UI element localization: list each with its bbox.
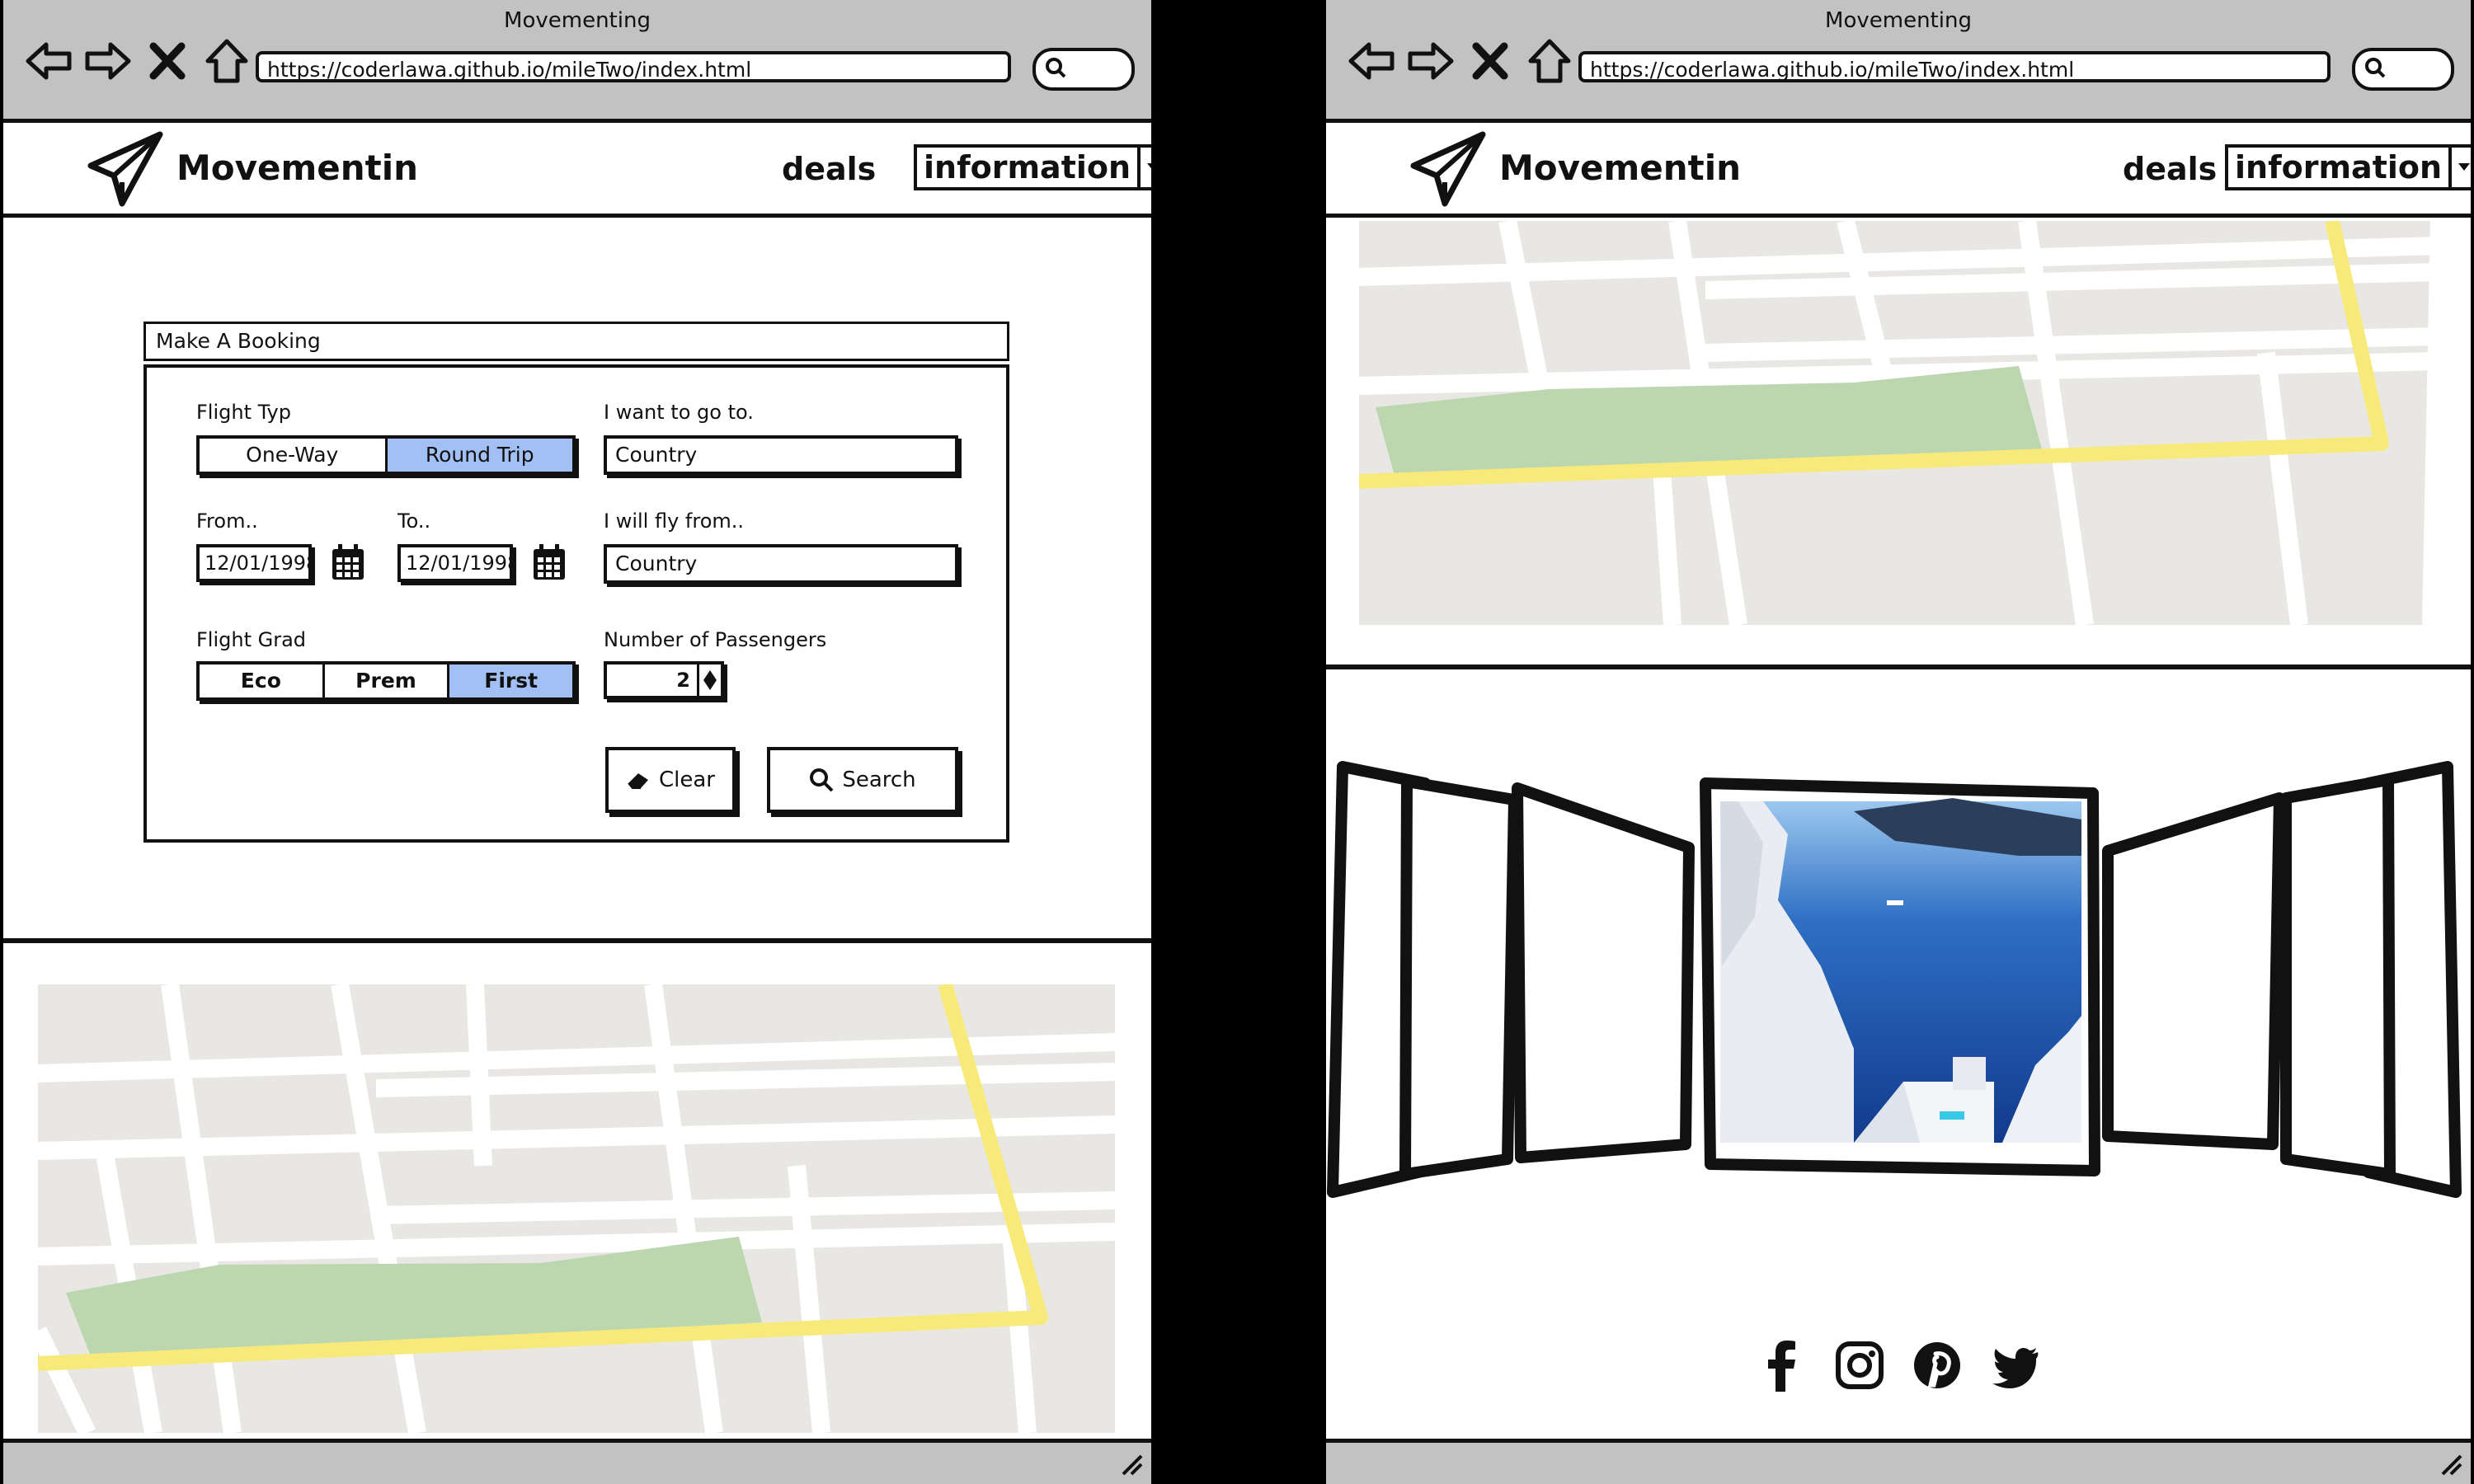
flight-grade-eco[interactable]: Eco (200, 665, 325, 697)
search-icon (1046, 58, 1066, 78)
browser-window-left: Movementing https://coderlawa.github.io/… (3, 0, 1151, 1484)
chevron-down-icon[interactable] (703, 680, 717, 690)
address-bar[interactable]: https://coderlawa.github.io/mileTwo/inde… (256, 51, 1011, 82)
back-icon[interactable] (1348, 38, 1395, 84)
calendar-icon[interactable] (531, 542, 567, 582)
flight-type-toggle: One-Way Round Trip (196, 435, 576, 475)
flight-grade-first[interactable]: First (449, 665, 573, 697)
status-bar (1326, 1439, 2471, 1484)
browser-search-field[interactable] (2352, 48, 2454, 91)
destination-input[interactable]: Country (604, 435, 958, 475)
home-icon[interactable] (203, 38, 251, 84)
social-links (1326, 1339, 2471, 1392)
flight-type-label: Flight Typ (196, 401, 291, 424)
map-section (1326, 218, 2471, 661)
nav-information-label: information (2228, 148, 2453, 187)
map-section (3, 943, 1151, 1438)
nav-deals-link[interactable]: deals (782, 151, 876, 187)
search-label: Search (842, 768, 916, 792)
forward-icon[interactable] (84, 38, 132, 84)
carousel-slide[interactable] (2280, 774, 2396, 1180)
home-icon[interactable] (1526, 38, 1573, 84)
santorini-photo (1720, 798, 2081, 1143)
nav-information-label: information (917, 148, 1141, 187)
flight-grade-prem[interactable]: Prem (325, 665, 450, 697)
flight-type-one-way[interactable]: One-Way (200, 439, 388, 472)
destination-label: I want to go to. (604, 401, 754, 424)
nav-information-dropdown[interactable]: information (914, 144, 1151, 190)
twitter-icon[interactable] (1990, 1339, 2039, 1392)
forward-icon[interactable] (1407, 38, 1455, 84)
back-icon[interactable] (25, 38, 73, 84)
chevron-down-icon (1147, 163, 1151, 169)
map[interactable] (38, 984, 1115, 1433)
address-bar[interactable]: https://coderlawa.github.io/mileTwo/inde… (1578, 51, 2331, 82)
flight-grade-toggle: Eco Prem First (196, 661, 576, 701)
to-date-input[interactable]: 12/01/1998 (397, 544, 513, 582)
carousel-slide[interactable] (1512, 782, 1695, 1163)
chevron-down-icon (2458, 163, 2471, 171)
browser-chrome: Movementing https://coderlawa.github.io/… (1326, 0, 2471, 123)
image-carousel (1326, 665, 2471, 1298)
calendar-icon[interactable] (330, 542, 366, 582)
browser-window-right: Movementing https://coderlawa.github.io/… (1326, 0, 2471, 1484)
booking-form: Flight Typ One-Way Round Trip I want to … (143, 364, 1009, 843)
stop-icon[interactable] (1466, 38, 1514, 84)
clear-button[interactable]: Clear (605, 747, 736, 813)
brand-name[interactable]: Movementin (176, 148, 418, 188)
booking-title: Make A Booking (143, 322, 1009, 361)
flight-grade-label: Flight Grad (196, 628, 307, 651)
facebook-icon[interactable] (1757, 1339, 1807, 1392)
clear-label: Clear (659, 768, 715, 792)
flight-type-round-trip[interactable]: Round Trip (387, 439, 572, 472)
nav-information-dropdown[interactable]: information (2225, 144, 2471, 190)
browser-search-field[interactable] (1032, 48, 1135, 91)
passengers-stepper[interactable]: 2 (604, 661, 724, 699)
pinterest-icon[interactable] (1912, 1339, 1962, 1392)
passengers-value: 2 (607, 665, 699, 696)
browser-chrome: Movementing https://coderlawa.github.io/… (3, 0, 1151, 123)
origin-label: I will fly from.. (604, 510, 745, 533)
footer (1326, 1293, 2471, 1438)
eraser-icon (628, 773, 648, 789)
search-button[interactable]: Search (767, 747, 958, 813)
site-header: Movementin deals information (3, 123, 1151, 218)
to-date-label: To.. (397, 510, 431, 533)
carousel-slide[interactable] (2102, 792, 2285, 1150)
resize-grip-icon[interactable] (2438, 1451, 2462, 1476)
from-date-input[interactable]: 12/01/1998 (196, 544, 312, 582)
site-header: Movementin deals information (1326, 123, 2471, 218)
search-icon (2365, 58, 2386, 78)
from-date-label: From.. (196, 510, 258, 533)
map[interactable] (1359, 221, 2439, 625)
carousel-slide[interactable] (1399, 776, 1520, 1180)
window-title: Movementing (504, 8, 651, 33)
paper-plane-logo-icon[interactable] (86, 129, 168, 209)
passengers-label: Number of Passengers (604, 628, 827, 651)
instagram-icon[interactable] (1835, 1339, 1884, 1392)
carousel-frames (1327, 761, 2462, 1198)
nav-deals-link[interactable]: deals (2123, 151, 2217, 187)
search-icon (810, 768, 834, 792)
window-title: Movementing (1825, 8, 1972, 33)
origin-input[interactable]: Country (604, 544, 958, 584)
status-bar (3, 1439, 1151, 1484)
chevron-up-icon[interactable] (703, 670, 717, 680)
brand-name[interactable]: Movementin (1499, 148, 1741, 188)
paper-plane-logo-icon[interactable] (1409, 129, 1491, 209)
booking-section: Make A Booking Flight Typ One-Way Round … (3, 218, 1151, 943)
resize-grip-icon[interactable] (1118, 1451, 1143, 1476)
stop-icon[interactable] (143, 38, 191, 84)
